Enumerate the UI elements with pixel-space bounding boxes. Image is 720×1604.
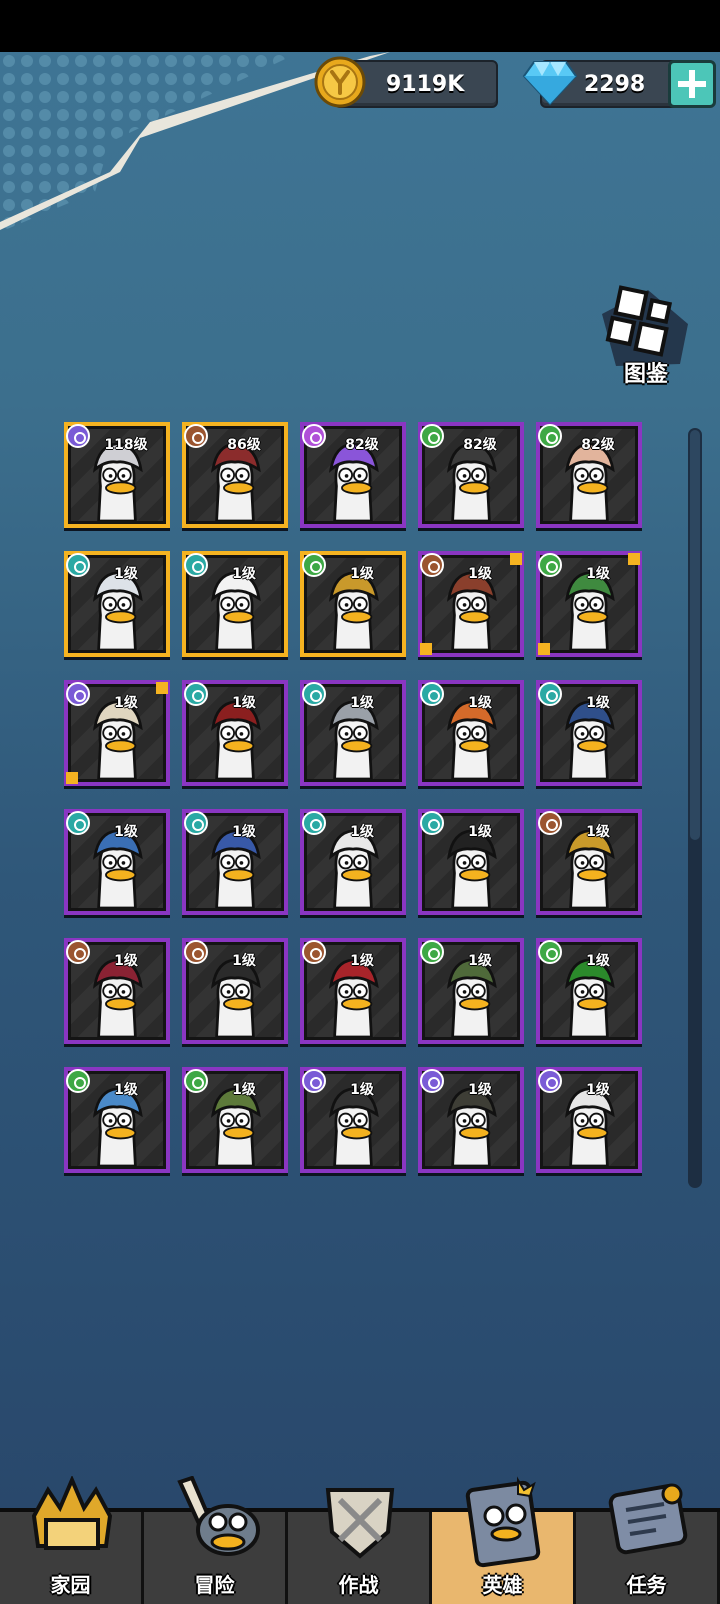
element-badge-icon <box>66 424 90 448</box>
element-badge-icon <box>302 1069 326 1093</box>
hero-card[interactable]: 1级 <box>182 680 288 786</box>
hero-card[interactable]: 82级 <box>536 422 642 528</box>
hero-card[interactable]: 1级 <box>64 1067 170 1173</box>
corner-marker <box>66 772 78 784</box>
hero-card[interactable]: 118级 <box>64 422 170 528</box>
corner-marker <box>420 643 432 655</box>
hero-card[interactable]: 82级 <box>300 422 406 528</box>
hero-card[interactable]: 1级 <box>182 809 288 915</box>
element-badge-icon <box>420 811 444 835</box>
hero-card[interactable]: 1级 <box>182 551 288 657</box>
codex-label[interactable]: 图鉴 <box>606 356 686 388</box>
element-badge-icon <box>66 940 90 964</box>
hero-card[interactable]: 1级 <box>182 1067 288 1173</box>
battle-shield-icon <box>325 1488 395 1559</box>
gold-amount: 9119K <box>386 72 465 97</box>
bottom-navigation: 家园 冒险 作战 英雄 任务 <box>0 1476 720 1604</box>
element-badge-icon <box>538 1069 562 1093</box>
hero-card[interactable]: 1级 <box>64 809 170 915</box>
element-badge-icon <box>66 682 90 706</box>
hero-card[interactable]: 1级 <box>64 938 170 1044</box>
home-castle-icon <box>31 1476 113 1550</box>
status-bar <box>0 0 720 52</box>
hero-card[interactable]: 1级 <box>64 680 170 786</box>
corner-marker <box>156 682 168 694</box>
element-badge-icon <box>66 1069 90 1093</box>
element-badge-icon <box>184 682 208 706</box>
element-badge-icon <box>184 811 208 835</box>
element-badge-icon <box>184 1069 208 1093</box>
hero-card[interactable]: 1级 <box>536 680 642 786</box>
hero-card[interactable]: 1级 <box>418 551 524 657</box>
element-badge-icon <box>302 553 326 577</box>
hero-card[interactable]: 1级 <box>418 1067 524 1173</box>
element-badge-icon <box>66 811 90 835</box>
element-badge-icon <box>420 424 444 448</box>
hero-card[interactable]: 1级 <box>300 680 406 786</box>
gold-coin-icon <box>314 56 366 108</box>
hero-card[interactable]: 1级 <box>182 938 288 1044</box>
element-badge-icon <box>184 940 208 964</box>
hero-card[interactable]: 1级 <box>418 809 524 915</box>
scrollbar-thumb[interactable] <box>690 430 700 840</box>
element-badge-icon <box>302 682 326 706</box>
element-badge-icon <box>538 940 562 964</box>
hero-card[interactable]: 1级 <box>418 680 524 786</box>
hero-card[interactable]: 1级 <box>64 551 170 657</box>
hero-card[interactable]: 1级 <box>300 938 406 1044</box>
element-badge-icon <box>538 811 562 835</box>
tab-battle-label: 作战 <box>338 1573 379 1597</box>
corner-marker <box>628 553 640 565</box>
tab-adventure[interactable]: 冒险 <box>144 1476 288 1604</box>
element-badge-icon <box>420 940 444 964</box>
element-badge-icon <box>538 553 562 577</box>
tab-adventure-label: 冒险 <box>194 1573 235 1597</box>
element-badge-icon <box>420 682 444 706</box>
hero-card[interactable]: 1级 <box>536 938 642 1044</box>
hero-card[interactable]: 1级 <box>300 551 406 657</box>
element-badge-icon <box>420 1069 444 1093</box>
corner-marker <box>510 553 522 565</box>
element-badge-icon <box>538 682 562 706</box>
element-badge-icon <box>184 553 208 577</box>
corner-marker <box>538 643 550 655</box>
hero-card[interactable]: 1级 <box>536 1067 642 1173</box>
tab-battle[interactable]: 作战 <box>288 1488 432 1604</box>
quest-scroll-icon <box>608 1483 688 1555</box>
hero-book-icon <box>465 1476 541 1568</box>
tab-quests-label: 任务 <box>626 1573 667 1597</box>
hero-card[interactable]: 1级 <box>300 1067 406 1173</box>
gem-amount: 2298 <box>584 72 646 97</box>
add-gems-button[interactable] <box>668 60 716 108</box>
tab-heroes[interactable]: 英雄 <box>432 1476 576 1604</box>
tab-quests[interactable]: 任务 <box>576 1483 720 1604</box>
hero-card[interactable]: 1级 <box>536 809 642 915</box>
element-badge-icon <box>420 553 444 577</box>
hero-card[interactable]: 1级 <box>300 809 406 915</box>
element-badge-icon <box>302 940 326 964</box>
hero-card[interactable]: 1级 <box>536 551 642 657</box>
element-badge-icon <box>302 424 326 448</box>
adventure-sword-icon <box>177 1476 260 1556</box>
element-badge-icon <box>66 553 90 577</box>
tab-heroes-label: 英雄 <box>482 1573 523 1597</box>
hero-card[interactable]: 82级 <box>418 422 524 528</box>
hero-card[interactable]: 86级 <box>182 422 288 528</box>
element-badge-icon <box>302 811 326 835</box>
diamond-gem-icon <box>522 61 578 106</box>
hero-card[interactable]: 1级 <box>418 938 524 1044</box>
tab-home[interactable]: 家园 <box>0 1476 144 1604</box>
tab-home-label: 家园 <box>50 1573 91 1597</box>
element-badge-icon <box>184 424 208 448</box>
element-badge-icon <box>538 424 562 448</box>
